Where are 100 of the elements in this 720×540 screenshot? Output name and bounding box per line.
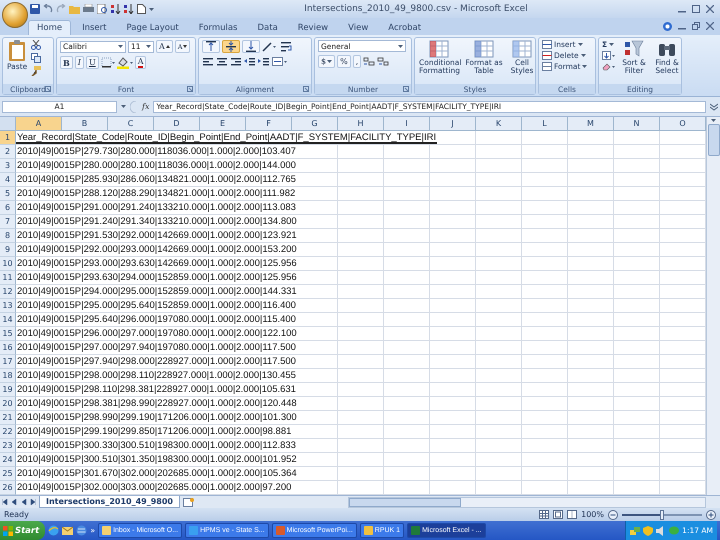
grow-font-button[interactable]: A (156, 40, 173, 53)
align-left-icon[interactable] (202, 56, 214, 67)
row-header[interactable]: 25 (0, 467, 16, 481)
percent-button[interactable]: % (337, 55, 351, 68)
row-header[interactable]: 10 (0, 257, 16, 271)
caret-icon[interactable] (578, 43, 583, 46)
column-header[interactable]: H (338, 117, 384, 131)
save-icon[interactable] (30, 4, 40, 14)
customize-toolbar-icon[interactable] (149, 8, 154, 10)
cell-styles-icon[interactable] (512, 40, 532, 58)
row-header[interactable]: 23 (0, 439, 16, 453)
scroll-up-icon[interactable] (711, 119, 716, 122)
undo-icon[interactable] (43, 4, 53, 14)
column-header[interactable]: F (246, 117, 292, 131)
copy-icon[interactable] (31, 53, 42, 63)
column-header[interactable]: A (16, 117, 62, 131)
zoom-in-icon[interactable] (706, 510, 716, 520)
restore-icon[interactable] (692, 22, 700, 30)
start-button[interactable]: Start (0, 521, 46, 540)
insert-sheet-icon[interactable] (182, 498, 195, 506)
help-icon[interactable] (663, 22, 672, 31)
row-header[interactable]: 22 (0, 425, 16, 439)
zoom-out-icon[interactable] (608, 510, 618, 520)
browser-icon[interactable] (48, 525, 60, 536)
mail-icon[interactable] (62, 525, 74, 536)
sort-descending-icon[interactable] (124, 4, 134, 14)
close-icon[interactable] (706, 5, 714, 13)
maximize-icon[interactable] (692, 5, 700, 13)
name-box-caret-icon[interactable] (121, 105, 126, 108)
format-painter-icon[interactable] (31, 66, 42, 76)
caret-icon[interactable] (146, 45, 151, 48)
ribbon-tab[interactable]: Insert (73, 20, 116, 35)
font-color-button[interactable]: A (134, 56, 146, 69)
ribbon-tab[interactable]: View (339, 20, 378, 35)
row-header[interactable]: 7 (0, 215, 16, 229)
row-header[interactable]: 15 (0, 327, 16, 341)
scrollbar-thumb[interactable] (708, 124, 720, 156)
column-header[interactable]: B (62, 117, 108, 131)
column-header[interactable]: O (660, 117, 706, 131)
printer-icon[interactable] (83, 4, 94, 14)
caret-icon[interactable] (327, 60, 332, 63)
more-icons-button[interactable]: » (90, 526, 96, 535)
eraser-icon[interactable] (602, 62, 616, 71)
dialog-launcher-icon[interactable] (303, 86, 309, 92)
column-header[interactable]: C (108, 117, 154, 131)
ribbon-tab[interactable]: Formulas (190, 20, 246, 35)
column-header[interactable]: L (522, 117, 568, 131)
sheet-tab[interactable]: Intersections_2010_49_9800 (39, 496, 180, 508)
column-header[interactable]: K (476, 117, 522, 131)
fill-down-icon[interactable] (602, 51, 616, 60)
row-header[interactable]: 1 (0, 131, 16, 145)
underline-button[interactable]: U (86, 56, 99, 69)
top-align-button[interactable] (202, 40, 220, 53)
row-header[interactable]: 6 (0, 201, 16, 215)
column-header[interactable]: D (154, 117, 200, 131)
row-header[interactable]: 5 (0, 187, 16, 201)
vertical-scrollbar[interactable] (706, 117, 720, 495)
middle-align-button[interactable] (222, 40, 240, 53)
dialog-launcher-icon[interactable] (187, 86, 193, 92)
caret-icon[interactable] (580, 54, 586, 57)
close-icon[interactable] (706, 22, 714, 30)
page-layout-view-icon[interactable] (553, 510, 564, 519)
ribbon-tab[interactable]: Acrobat (379, 20, 430, 35)
dialog-launcher-icon[interactable] (403, 86, 409, 92)
caret-icon[interactable] (609, 43, 614, 46)
row-header[interactable]: 11 (0, 271, 16, 285)
column-header[interactable]: J (430, 117, 476, 131)
print-preview-icon[interactable] (97, 4, 108, 14)
orientation-icon[interactable] (262, 41, 278, 52)
align-center-icon[interactable] (216, 56, 228, 67)
insert-function-button[interactable]: fx (142, 102, 150, 111)
row-header[interactable]: 4 (0, 173, 16, 187)
column-header[interactable]: M (568, 117, 614, 131)
scrollbar-thumb[interactable] (348, 498, 461, 506)
increase-decimal-icon[interactable] (363, 56, 376, 67)
row-header[interactable]: 8 (0, 229, 16, 243)
row-header[interactable]: 14 (0, 313, 16, 327)
bold-button[interactable]: B (60, 56, 73, 69)
expand-formula-bar-icon[interactable] (710, 102, 718, 110)
merge-cells-icon[interactable] (272, 56, 288, 67)
ribbon-tab[interactable]: Data (248, 20, 287, 35)
conditional-formatting-icon[interactable] (429, 40, 449, 58)
decrease-decimal-icon[interactable] (377, 56, 390, 67)
row-header[interactable]: 2 (0, 145, 16, 159)
normal-view-icon[interactable] (539, 510, 550, 519)
ribbon-tab[interactable]: Home (28, 20, 72, 35)
wrap-text-icon[interactable] (280, 41, 292, 52)
comma-button[interactable]: , (352, 55, 362, 68)
zoom-level[interactable]: 100% (581, 510, 604, 519)
increase-indent-icon[interactable] (258, 56, 270, 67)
sheet-navigation-icon[interactable] (2, 498, 36, 506)
table-icon[interactable] (474, 40, 494, 58)
page-break-view-icon[interactable] (567, 510, 578, 519)
row-header[interactable]: 24 (0, 453, 16, 467)
row-header[interactable]: 16 (0, 341, 16, 355)
globe-icon[interactable] (76, 525, 88, 536)
row-header[interactable]: 13 (0, 299, 16, 313)
ribbon-tab[interactable]: Review (288, 20, 338, 35)
row-header[interactable]: 17 (0, 355, 16, 369)
align-right-icon[interactable] (230, 56, 242, 67)
